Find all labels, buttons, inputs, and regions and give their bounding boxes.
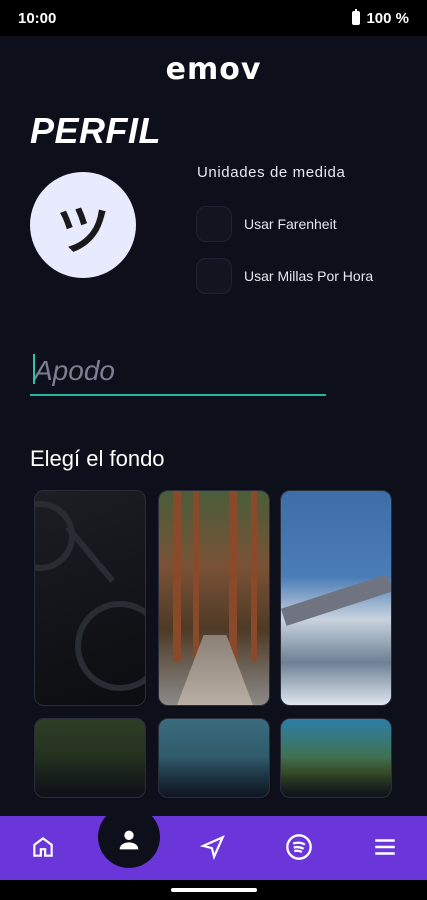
nickname-input[interactable] — [30, 348, 326, 394]
nickname-field-wrapper — [30, 348, 326, 396]
bike-wheel-shape — [75, 601, 145, 691]
wooden-path — [177, 635, 253, 705]
bike-wheel-shape — [35, 501, 75, 571]
bike-frame-shape — [65, 525, 115, 583]
background-option-forest-lake[interactable] — [34, 718, 146, 798]
checkbox-mph[interactable] — [196, 258, 232, 294]
checkbox-row-mph[interactable]: Usar Millas Por Hora — [196, 258, 373, 294]
menu-icon[interactable] — [370, 832, 400, 862]
avatar[interactable]: ツ — [30, 172, 136, 278]
status-bar: 10:00 100 % — [0, 0, 427, 36]
background-option-forest-path[interactable] — [158, 490, 270, 706]
profile-icon[interactable] — [114, 825, 144, 855]
background-option-mountain-road[interactable] — [280, 490, 392, 706]
checkbox-label-fahrenheit: Usar Farenheit — [244, 216, 337, 232]
tree-trunk — [251, 491, 257, 661]
app-logo: emov — [165, 52, 262, 87]
battery-level: 100 % — [366, 9, 409, 27]
checkbox-row-fahrenheit[interactable]: Usar Farenheit — [196, 206, 337, 242]
checkbox-fahrenheit[interactable] — [196, 206, 232, 242]
battery-icon — [352, 9, 361, 25]
text-cursor — [33, 354, 35, 384]
home-icon[interactable] — [28, 832, 58, 862]
background-option-ocean[interactable] — [158, 718, 270, 798]
background-option-tropical[interactable] — [280, 718, 392, 798]
home-indicator[interactable] — [171, 888, 257, 892]
tree-trunk — [229, 491, 237, 661]
background-option-bike[interactable] — [34, 490, 146, 706]
navigation-icon[interactable] — [198, 832, 228, 862]
page-title: PERFIL — [30, 110, 162, 151]
background-section-title: Elegí el fondo — [30, 446, 165, 471]
tree-trunk — [193, 491, 199, 661]
status-right: 100 % — [352, 9, 409, 27]
spotify-icon[interactable] — [284, 832, 314, 862]
tree-trunk — [173, 491, 181, 661]
mountain-road — [281, 574, 391, 626]
units-title: Unidades de medida — [197, 164, 346, 181]
status-time: 10:00 — [18, 9, 57, 27]
avatar-glyph: ツ — [56, 198, 110, 262]
checkbox-label-mph: Usar Millas Por Hora — [244, 268, 374, 284]
